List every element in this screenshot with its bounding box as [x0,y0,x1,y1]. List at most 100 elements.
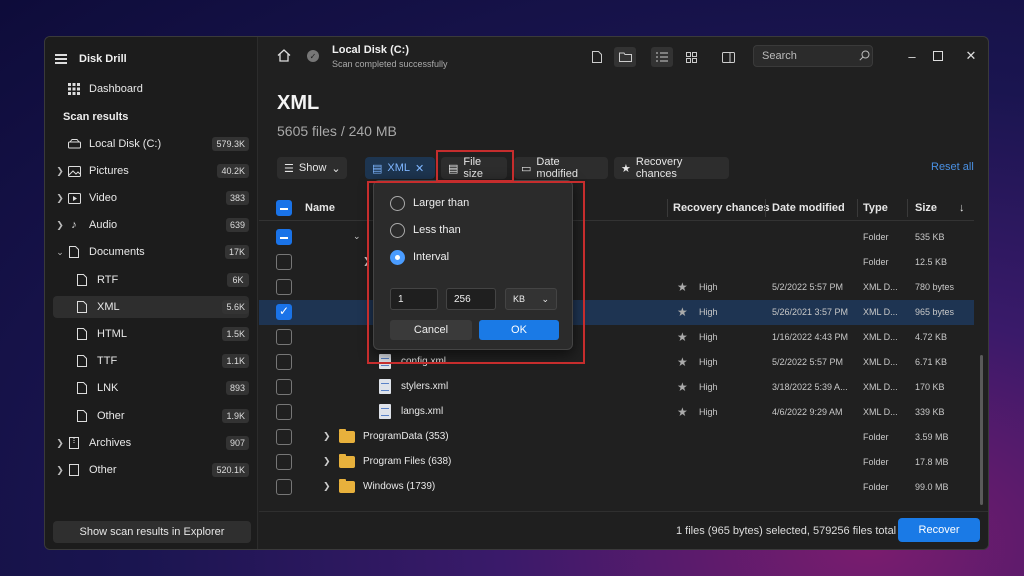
recovery-chances-filter-button[interactable]: ★ Recovery chances [614,156,729,180]
table-row[interactable]: ★ High 5/2/2022 5:57 PM XML D... 780 byt… [259,275,974,300]
radio-button[interactable] [390,195,405,211]
chevron-right-icon[interactable]: ❯ [53,166,67,177]
radio-button-selected[interactable] [390,249,405,265]
count-badge: 907 [225,436,249,450]
sidebar-item-archives[interactable]: ❯ Archives 907 [53,432,249,454]
table-row[interactable]: ❯ Windows (1739) Folder 99.0 MB [259,475,974,500]
ok-button[interactable]: OK [479,320,559,340]
sidebar-item-local-disk[interactable]: Local Disk (C:) 579.3K [53,133,249,155]
chevron-down-icon[interactable]: ⌄ [353,231,361,242]
max-size-input[interactable] [446,288,496,310]
sidebar-item-documents[interactable]: ⌄ Documents 17K [53,241,249,263]
search-input[interactable] [753,45,873,67]
show-filter-button[interactable]: ☰ Show ⌄ [277,157,347,179]
list-view-icon[interactable] [651,47,673,67]
chevron-right-icon[interactable]: ❯ [53,465,67,476]
cancel-button[interactable]: Cancel [390,320,472,340]
select-all-checkbox[interactable] [276,200,292,216]
row-checkbox[interactable] [276,379,292,395]
folder-view-icon[interactable] [614,47,636,67]
sidebar-item-video[interactable]: ❯ Video 383 [53,187,249,209]
row-checkbox[interactable] [276,354,292,370]
date-cell: 5/2/2022 5:57 PM [772,282,844,292]
recovery-cell: High [699,282,718,292]
sidebar-item-pictures[interactable]: ❯ Pictures 40.2K [53,160,249,182]
sidebar-item-ttf[interactable]: TTF 1.1K [53,350,249,372]
date-cell: 4/6/2022 9:29 AM [772,407,843,417]
option-less-than[interactable]: Less than [390,221,461,239]
table-row[interactable]: ⌄ Folder 535 KB [259,225,974,250]
chevron-right-icon[interactable]: ❯ [323,431,331,442]
unit-select[interactable]: KB ⌄ [505,288,557,310]
table-row[interactable]: langs.xml ★ High 4/6/2022 9:29 AM XML D.… [259,400,974,425]
sidebar-item-label: HTML [97,328,127,340]
chevron-right-icon[interactable]: ❯ [53,193,67,204]
chevron-right-icon[interactable]: ❯ [53,438,67,449]
maximize-icon[interactable] [928,47,948,65]
column-header-size[interactable]: Size [915,202,937,214]
min-size-input[interactable] [390,288,438,310]
sort-arrow-icon[interactable]: ↓ [959,202,965,214]
filter-label: Date modified [536,156,578,180]
sidebar-item-html[interactable]: HTML 1.5K [53,323,249,345]
chevron-right-icon[interactable]: ❯ [323,456,331,467]
row-checkbox[interactable] [276,329,292,345]
option-interval[interactable]: Interval [390,248,449,266]
table-row[interactable]: stylers.xml ★ High 3/18/2022 5:39 A... X… [259,375,974,400]
chevron-right-icon[interactable]: ❯ [323,481,331,492]
row-checkbox[interactable] [276,254,292,270]
column-header-date[interactable]: Date modified [772,202,845,214]
table-row[interactable]: ❯ Folder 12.5 KB [259,250,974,275]
radio-button[interactable] [390,222,405,238]
table-row[interactable]: ❯ Program Files (638) Folder 17.8 MB [259,450,974,475]
file-size-filter-button[interactable]: ▤ File size [441,156,507,180]
row-checkbox[interactable] [276,429,292,445]
home-icon[interactable] [277,49,291,65]
size-cell: 3.59 MB [915,432,949,442]
sidebar-item-lnk[interactable]: LNK 893 [53,377,249,399]
top-bar: ✓ Local Disk (C:) Scan completed success… [259,37,988,77]
show-in-explorer-button[interactable]: Show scan results in Explorer [53,521,251,543]
hamburger-menu-icon[interactable] [55,54,67,64]
chevron-right-icon[interactable]: ❯ [53,220,67,231]
sidebar-item-audio[interactable]: ❯ ♪ Audio 639 [53,214,249,236]
row-checkbox[interactable] [276,229,292,245]
file-icon [67,463,81,477]
sidebar-item-dashboard[interactable]: Dashboard [53,78,249,100]
table-row-selected[interactable]: ★ High 5/26/2021 3:57 PM XML D... 965 by… [259,300,974,325]
close-icon[interactable]: ✕ [961,47,981,65]
chevron-down-icon[interactable]: ⌄ [53,247,67,258]
row-checkbox[interactable] [276,404,292,420]
column-header-name[interactable]: Name [305,202,335,214]
reset-all-link[interactable]: Reset all [931,161,974,173]
size-cell: 535 KB [915,232,945,242]
row-checkbox[interactable] [276,279,292,295]
vertical-scrollbar[interactable] [980,355,983,505]
xml-filter-chip[interactable]: ▤ XML ✕ [365,157,435,179]
row-checkbox[interactable] [276,479,292,495]
column-header-type[interactable]: Type [863,202,888,214]
table-row[interactable]: config.xml ★ High 5/2/2022 5:57 PM XML D… [259,350,974,375]
sidebar-item-other[interactable]: ❯ Other 520.1K [53,459,249,481]
chevron-right-icon[interactable]: ❯ [363,256,371,267]
grid-view-icon[interactable] [680,47,702,67]
table-row[interactable]: ❯ ProgramData (353) Folder 3.59 MB [259,425,974,450]
table-row[interactable]: ★ High 1/16/2022 4:43 PM XML D... 4.72 K… [259,325,974,350]
search-icon[interactable] [859,50,870,64]
sidebar-item-xml[interactable]: XML 5.6K [53,296,249,318]
sidebar-item-rtf[interactable]: RTF 6K [53,269,249,291]
preview-pane-icon[interactable] [717,47,739,67]
file-view-icon[interactable] [586,47,608,67]
row-checkbox[interactable] [276,304,292,320]
column-header-recovery[interactable]: Recovery chances [673,202,770,214]
sidebar-item-other-docs[interactable]: Other 1.9K [53,405,249,427]
disk-title: Local Disk (C:) [332,44,410,56]
minimize-icon[interactable]: – [902,47,922,65]
option-larger-than[interactable]: Larger than [390,194,469,212]
option-label: Interval [413,251,450,263]
date-modified-filter-button[interactable]: ▭ Date modified [514,156,608,180]
row-checkbox[interactable] [276,454,292,470]
type-cell: Folder [863,457,889,467]
recover-button[interactable]: Recover [898,518,980,542]
remove-filter-icon[interactable]: ✕ [415,162,424,175]
